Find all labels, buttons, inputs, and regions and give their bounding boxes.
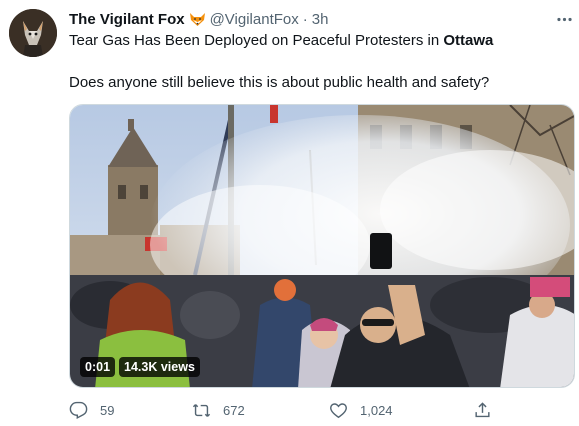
timestamp[interactable]: 3h [312,11,329,28]
video-timestamp: 0:01 [80,357,116,377]
display-name[interactable]: The Vigilant Fox [69,11,185,28]
hashtag-link[interactable]: Ottawa [443,32,493,49]
avatar[interactable] [9,9,57,57]
share-button[interactable] [473,398,492,422]
tweet-header: The Vigilant Fox @VigilantFox · 3h [69,9,328,29]
more-icon [556,17,572,21]
tweet-text-line2: Does anyone still believe this is about … [69,74,490,91]
tweet-text-line1: Tear Gas Has Been Deployed on Peaceful P… [69,31,493,51]
like-count: 1,024 [360,402,393,418]
reply-button[interactable]: 59 [69,398,114,422]
tweet[interactable]: The Vigilant Fox @VigilantFox · 3h Tear … [0,0,579,426]
video-views: 14.3K views [119,357,200,377]
handle[interactable]: @VigilantFox [210,11,299,28]
separator-dot: · [302,10,308,28]
reply-icon [69,401,88,419]
fox-emoji-icon [189,11,206,28]
action-bar: 59 672 1,024 [69,398,499,422]
reply-count: 59 [100,402,115,418]
like-button[interactable]: 1,024 [329,398,393,422]
tweet-text: Tear Gas Has Been Deployed on Peaceful P… [69,32,444,49]
like-icon [330,402,347,418]
video-player[interactable] [69,104,575,388]
retweet-count: 672 [223,402,245,418]
more-button[interactable] [553,8,575,30]
retweet-button[interactable]: 672 [192,398,245,422]
video-badge: 0:01 14.3K views [80,357,200,377]
retweet-icon [192,403,211,417]
share-icon [475,401,490,417]
video-frame [70,105,574,387]
